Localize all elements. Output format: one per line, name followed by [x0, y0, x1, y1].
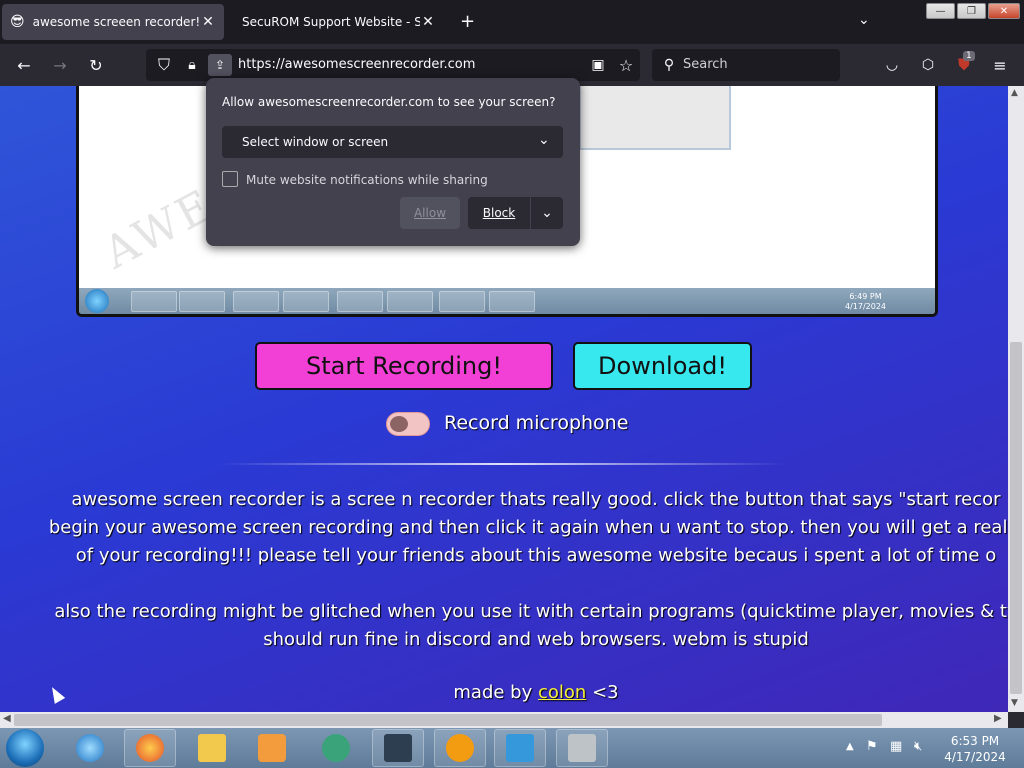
scroll-right-arrow-icon[interactable]: ▶ — [994, 713, 1002, 724]
shield-icon[interactable]: ⛉ — [152, 54, 176, 76]
reader-view-icon[interactable]: ▣ — [586, 54, 610, 76]
close-tab-icon[interactable]: ✕ — [420, 14, 436, 30]
list-all-tabs-chevron-icon[interactable]: ⌄ — [858, 12, 870, 28]
preview-taskbar: 6:49 PM 4/17/2024 — [79, 288, 935, 314]
preview-firefox-icon — [179, 291, 225, 312]
scroll-up-arrow-icon[interactable]: ▲ — [1011, 88, 1018, 98]
preview-media-icon — [283, 291, 329, 312]
tab-title: SecuROM Support Website - SecuR — [242, 15, 420, 29]
preview-window — [579, 86, 731, 150]
network-icon[interactable]: ▦ — [890, 739, 902, 754]
preview-ie-icon — [131, 291, 177, 312]
description-paragraph: awesome screen recorder is a scree n rec… — [0, 486, 1008, 570]
minimize-button[interactable]: — — [926, 3, 955, 19]
close-tab-icon[interactable]: ✕ — [200, 14, 216, 30]
scroll-down-arrow-icon[interactable]: ▼ — [1011, 698, 1018, 708]
lock-icon[interactable]: 🔒︎ — [180, 54, 204, 76]
taskbar-media-icon[interactable] — [246, 729, 298, 767]
permission-prompt: Allow awesomescreenrecorder.com to see y… — [222, 95, 556, 109]
taskbar-clock[interactable]: 6:53 PM 4/17/2024 — [940, 733, 1010, 765]
taskbar-firefox-icon[interactable] — [124, 729, 176, 767]
close-window-button[interactable]: ✕ — [988, 3, 1020, 19]
download-button[interactable]: Download! — [573, 342, 752, 390]
screen-share-permission-icon[interactable]: ⇪ — [208, 54, 232, 76]
glitch-note-paragraph: also the recording might be glitched whe… — [0, 598, 1008, 654]
taskbar-explorer-icon[interactable] — [186, 729, 238, 767]
taskbar-ie-icon[interactable] — [64, 729, 116, 767]
url-text[interactable]: https://awesomescreenrecorder.com — [238, 57, 475, 72]
restore-button[interactable]: ❐ — [957, 3, 986, 19]
paragraph-line: awesome screen recorder is a scree n rec… — [71, 489, 1001, 510]
preview-folder-icon — [233, 291, 279, 312]
action-center-flag-icon[interactable]: ⚑ — [866, 739, 878, 754]
volume-muted-icon[interactable]: 🔇︎ — [914, 739, 922, 754]
author-link[interactable]: colon — [538, 682, 586, 703]
preview-time: 6:49 PM — [849, 292, 882, 301]
credits-prefix: made by — [453, 682, 533, 703]
new-tab-icon[interactable]: + — [460, 11, 475, 32]
paragraph-line: of your recording!!! please tell your fr… — [75, 545, 997, 566]
credits-line: made by colon <3 — [0, 682, 1008, 703]
divider — [220, 463, 784, 465]
allow-button[interactable]: Allow — [400, 197, 460, 229]
microphone-toggle[interactable] — [386, 412, 430, 436]
toggle-knob — [390, 416, 408, 432]
taskbar-app-icon[interactable] — [372, 729, 424, 767]
credits-suffix: <3 — [592, 682, 619, 703]
horizontal-scroll-thumb[interactable] — [14, 714, 882, 726]
tab-awesome-screen-recorder[interactable]: 😎 awesome screeen recorder!! ! ✕ — [2, 4, 224, 40]
search-placeholder[interactable]: Search — [683, 57, 728, 72]
preview-date: 4/17/2024 — [845, 302, 887, 311]
tab-securom-support[interactable]: SecuROM Support Website - SecuR ✕ — [226, 4, 444, 40]
preview-app-icon — [387, 291, 433, 312]
paragraph-line: begin your awesome screen recording and … — [48, 517, 1008, 538]
preview-app-icon — [337, 291, 383, 312]
back-arrow-icon[interactable]: ← — [12, 54, 36, 76]
mute-notifications-label[interactable]: Mute website notifications while sharing — [246, 173, 488, 187]
window-or-screen-select[interactable]: Select window or screen ⌄ — [222, 126, 563, 158]
show-hidden-icons-icon[interactable]: ▲ — [846, 741, 854, 752]
preview-start-icon — [85, 289, 109, 313]
block-options-chevron-icon[interactable]: ⌄ — [531, 197, 563, 229]
chevron-down-icon: ⌄ — [538, 132, 550, 148]
screen-share-permission-popup: Allow awesomescreenrecorder.com to see y… — [206, 78, 580, 246]
tab-title: awesome screeen recorder!! ! — [32, 15, 200, 29]
block-button[interactable]: Block — [468, 197, 530, 229]
vertical-scroll-thumb[interactable] — [1010, 342, 1022, 694]
search-icon: ⚲ — [663, 57, 675, 73]
menu-hamburger-icon[interactable]: ≡ — [988, 54, 1012, 76]
extension-badge: 1 — [963, 51, 975, 61]
paragraph-line: also the recording might be glitched whe… — [54, 601, 1008, 622]
select-value: Select window or screen — [242, 135, 389, 149]
forward-arrow-icon[interactable]: → — [48, 54, 72, 76]
microphone-label: Record microphone — [444, 412, 629, 434]
preview-app-icon — [489, 291, 535, 312]
pocket-icon[interactable]: ◡ — [880, 54, 904, 76]
clock-date: 4/17/2024 — [944, 750, 1006, 764]
preview-clock: 6:49 PM 4/17/2024 — [845, 292, 886, 312]
start-button[interactable] — [6, 729, 44, 767]
taskbar-app-icon[interactable] — [556, 729, 608, 767]
start-recording-button[interactable]: Start Recording! — [255, 342, 553, 390]
preview-search-app-icon — [439, 291, 485, 312]
mute-notifications-checkbox[interactable] — [222, 171, 238, 187]
taskbar-app-icon[interactable] — [310, 729, 362, 767]
extensions-icon[interactable]: ⬡ — [916, 54, 940, 76]
reload-icon[interactable]: ↻ — [84, 54, 108, 76]
clock-time: 6:53 PM — [950, 734, 1000, 748]
paragraph-line: should run fine in discord and web brows… — [263, 629, 809, 650]
taskbar-app-icon[interactable] — [494, 729, 546, 767]
sunglasses-emoji-icon: 😎 — [10, 14, 25, 30]
bookmark-star-icon[interactable]: ☆ — [614, 54, 638, 76]
scroll-left-arrow-icon[interactable]: ◀ — [3, 713, 11, 724]
taskbar-search-app-icon[interactable] — [434, 729, 486, 767]
